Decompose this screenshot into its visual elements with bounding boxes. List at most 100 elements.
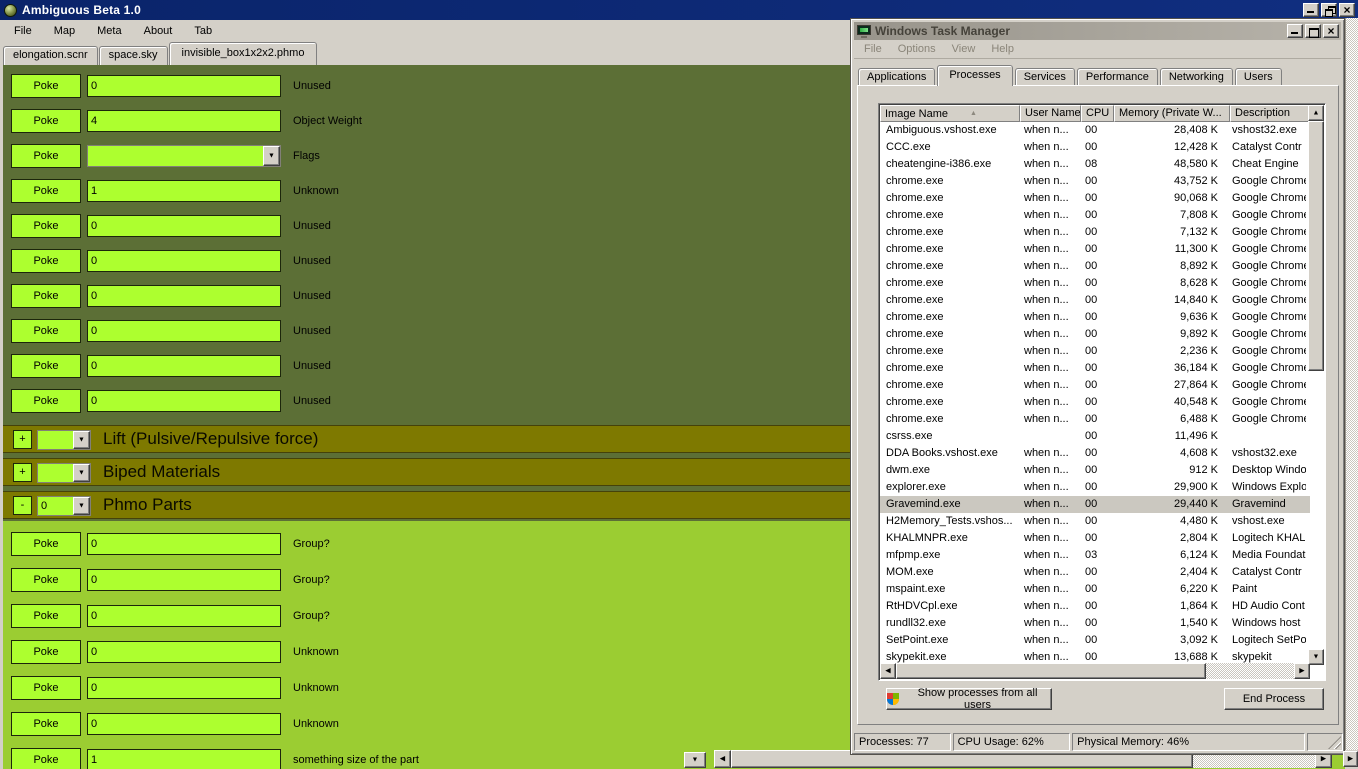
poke-button[interactable]: Poke [11, 214, 81, 238]
column-header-0[interactable]: Image Name [880, 105, 1020, 122]
value-input[interactable] [87, 713, 281, 735]
column-header-3[interactable]: Memory (Private W... [1114, 105, 1230, 122]
scrollbar-thumb[interactable] [896, 663, 1206, 679]
end-process-button[interactable]: End Process [1224, 688, 1324, 710]
process-row[interactable]: mspaint.exe when n... 00 6,220 K Paint [880, 581, 1310, 598]
section-combobox[interactable] [37, 430, 91, 450]
tm-menu-view[interactable]: View [946, 41, 986, 57]
tm-close-button[interactable] [1323, 24, 1339, 38]
process-row[interactable]: explorer.exe when n... 00 29,900 K Windo… [880, 479, 1310, 496]
tm-tab-applications[interactable]: Applications [858, 68, 935, 86]
process-row[interactable]: CCC.exe when n... 00 12,428 K Catalyst C… [880, 139, 1310, 156]
section-toggle-button[interactable]: + [13, 430, 32, 449]
app-menu-map[interactable]: Map [46, 22, 89, 40]
poke-button[interactable]: Poke [11, 249, 81, 273]
app-menu-meta[interactable]: Meta [89, 22, 135, 40]
process-row[interactable]: H2Memory_Tests.vshos... when n... 00 4,4… [880, 513, 1310, 530]
value-input[interactable] [87, 749, 281, 769]
poke-button[interactable]: Poke [11, 532, 81, 556]
tm-tab-performance[interactable]: Performance [1077, 68, 1158, 86]
chevron-down-icon[interactable] [263, 146, 280, 166]
scroll-down-icon[interactable] [1308, 649, 1324, 665]
scrollbar-thumb[interactable] [1308, 121, 1324, 371]
chevron-down-icon[interactable] [73, 431, 90, 449]
column-header-2[interactable]: CPU [1081, 105, 1114, 122]
app-tab-0[interactable]: elongation.scnr [3, 46, 98, 65]
column-header-4[interactable]: Description [1230, 105, 1310, 122]
poke-button[interactable]: Poke [11, 284, 81, 308]
process-row[interactable]: chrome.exe when n... 00 43,752 K Google … [880, 173, 1310, 190]
poke-button[interactable]: Poke [11, 109, 81, 133]
process-row[interactable]: chrome.exe when n... 00 14,840 K Google … [880, 292, 1310, 309]
poke-button[interactable]: Poke [11, 354, 81, 378]
tm-menu-options[interactable]: Options [892, 41, 946, 57]
process-row[interactable]: chrome.exe when n... 00 8,628 K Google C… [880, 275, 1310, 292]
process-row[interactable]: csrss.exe 00 11,496 K [880, 428, 1310, 445]
section-combobox[interactable] [37, 463, 91, 483]
scroll-left-icon[interactable] [714, 750, 731, 768]
poke-button[interactable]: Poke [11, 676, 81, 700]
process-row[interactable]: SetPoint.exe when n... 00 3,092 K Logite… [880, 632, 1310, 649]
process-row[interactable]: MOM.exe when n... 00 2,404 K Catalyst Co… [880, 564, 1310, 581]
process-row[interactable]: chrome.exe when n... 00 9,892 K Google C… [880, 326, 1310, 343]
value-input[interactable] [87, 180, 281, 202]
process-row[interactable]: Ambiguous.vshost.exe when n... 00 28,408… [880, 122, 1310, 139]
process-row[interactable]: Gravemind.exe when n... 00 29,440 K Grav… [880, 496, 1310, 513]
resize-grip[interactable] [1307, 733, 1343, 751]
app-tab-1[interactable]: space.sky [99, 46, 168, 65]
process-row[interactable]: chrome.exe when n... 00 6,488 K Google C… [880, 411, 1310, 428]
tm-tab-users[interactable]: Users [1235, 68, 1282, 86]
tm-menu-file[interactable]: File [858, 41, 892, 57]
value-input[interactable] [87, 641, 281, 663]
process-row[interactable]: chrome.exe when n... 00 36,184 K Google … [880, 360, 1310, 377]
section-toggle-button[interactable]: + [13, 463, 32, 482]
process-row[interactable]: chrome.exe when n... 00 8,892 K Google C… [880, 258, 1310, 275]
flags-combobox[interactable] [87, 145, 281, 167]
app-menu-tab[interactable]: Tab [186, 22, 226, 40]
process-row[interactable]: chrome.exe when n... 00 11,300 K Google … [880, 241, 1310, 258]
app-menu-file[interactable]: File [6, 22, 46, 40]
value-input[interactable] [87, 390, 281, 412]
tm-tab-processes[interactable]: Processes [937, 65, 1012, 86]
horizontal-scrollbar[interactable] [880, 663, 1310, 679]
section-combobox[interactable]: 0 [37, 496, 91, 516]
tm-tab-services[interactable]: Services [1015, 68, 1075, 86]
vertical-scrollbar[interactable] [1308, 105, 1324, 665]
app-vertical-scrollbar[interactable] [1345, 18, 1358, 750]
poke-button[interactable]: Poke [11, 144, 81, 168]
app-close-button[interactable] [1339, 3, 1355, 17]
value-input[interactable] [87, 110, 281, 132]
process-row[interactable]: chrome.exe when n... 00 40,548 K Google … [880, 394, 1310, 411]
process-row[interactable]: cheatengine-i386.exe when n... 08 48,580… [880, 156, 1310, 173]
app-menu-about[interactable]: About [136, 22, 187, 40]
process-row[interactable]: chrome.exe when n... 00 7,132 K Google C… [880, 224, 1310, 241]
app-restore-button[interactable] [1321, 3, 1337, 17]
value-input[interactable] [87, 677, 281, 699]
process-row[interactable]: chrome.exe when n... 00 27,864 K Google … [880, 377, 1310, 394]
dropdown-button[interactable] [684, 752, 706, 768]
value-input[interactable] [87, 285, 281, 307]
value-input[interactable] [87, 215, 281, 237]
poke-button[interactable]: Poke [11, 640, 81, 664]
process-row[interactable]: chrome.exe when n... 00 2,236 K Google C… [880, 343, 1310, 360]
tm-tab-networking[interactable]: Networking [1160, 68, 1233, 86]
scroll-up-icon[interactable] [1308, 105, 1324, 121]
value-input[interactable] [87, 75, 281, 97]
poke-button[interactable]: Poke [11, 389, 81, 413]
poke-button[interactable]: Poke [11, 604, 81, 628]
scroll-right-icon[interactable] [1294, 663, 1310, 679]
scroll-left-icon[interactable] [880, 663, 896, 679]
process-row[interactable]: DDA Books.vshost.exe when n... 00 4,608 … [880, 445, 1310, 462]
chevron-down-icon[interactable] [73, 464, 90, 482]
process-row[interactable]: rundll32.exe when n... 00 1,540 K Window… [880, 615, 1310, 632]
app-tab-2[interactable]: invisible_box1x2x2.phmo [169, 42, 318, 65]
section-toggle-button[interactable]: - [13, 496, 32, 515]
process-row[interactable]: mfpmp.exe when n... 03 6,124 K Media Fou… [880, 547, 1310, 564]
process-row[interactable]: KHALMNPR.exe when n... 00 2,804 K Logite… [880, 530, 1310, 547]
poke-button[interactable]: Poke [11, 712, 81, 736]
value-input[interactable] [87, 533, 281, 555]
value-input[interactable] [87, 605, 281, 627]
chevron-down-icon[interactable] [73, 497, 90, 515]
column-header-1[interactable]: User Name [1020, 105, 1081, 122]
tm-maximize-button[interactable] [1305, 24, 1321, 38]
